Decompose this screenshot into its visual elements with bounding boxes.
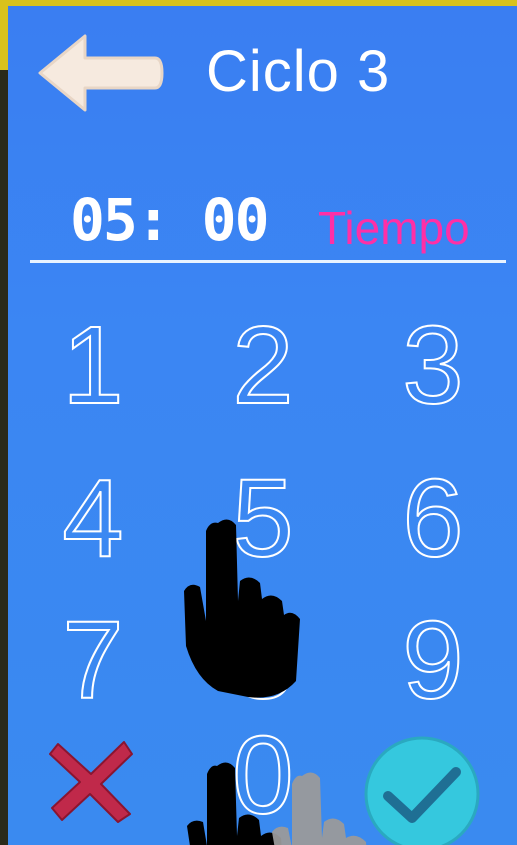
page-title: Ciclo 3 xyxy=(206,39,391,104)
time-display: 05: 00 xyxy=(70,186,270,254)
key-1[interactable]: 1 xyxy=(38,310,148,422)
key-3[interactable]: 3 xyxy=(378,310,488,422)
back-button[interactable] xyxy=(30,26,170,121)
touch-screen: Ciclo 3 05: 00 Tiempo 1 2 3 4 5 6 7 8 9 … xyxy=(8,6,517,845)
pointer-hand-icon xyxy=(184,519,300,698)
cancel-button[interactable] xyxy=(46,736,136,826)
divider xyxy=(30,260,506,263)
key-7[interactable]: 7 xyxy=(38,605,148,717)
key-6[interactable]: 6 xyxy=(378,463,488,575)
key-9[interactable]: 9 xyxy=(378,605,488,717)
key-4[interactable]: 4 xyxy=(38,463,148,575)
key-2[interactable]: 2 xyxy=(208,310,318,422)
time-label: Tiempo xyxy=(318,202,470,254)
x-icon xyxy=(49,741,133,823)
arrow-left-icon xyxy=(38,34,164,112)
pointer-hand-ghost-icon xyxy=(272,772,367,845)
